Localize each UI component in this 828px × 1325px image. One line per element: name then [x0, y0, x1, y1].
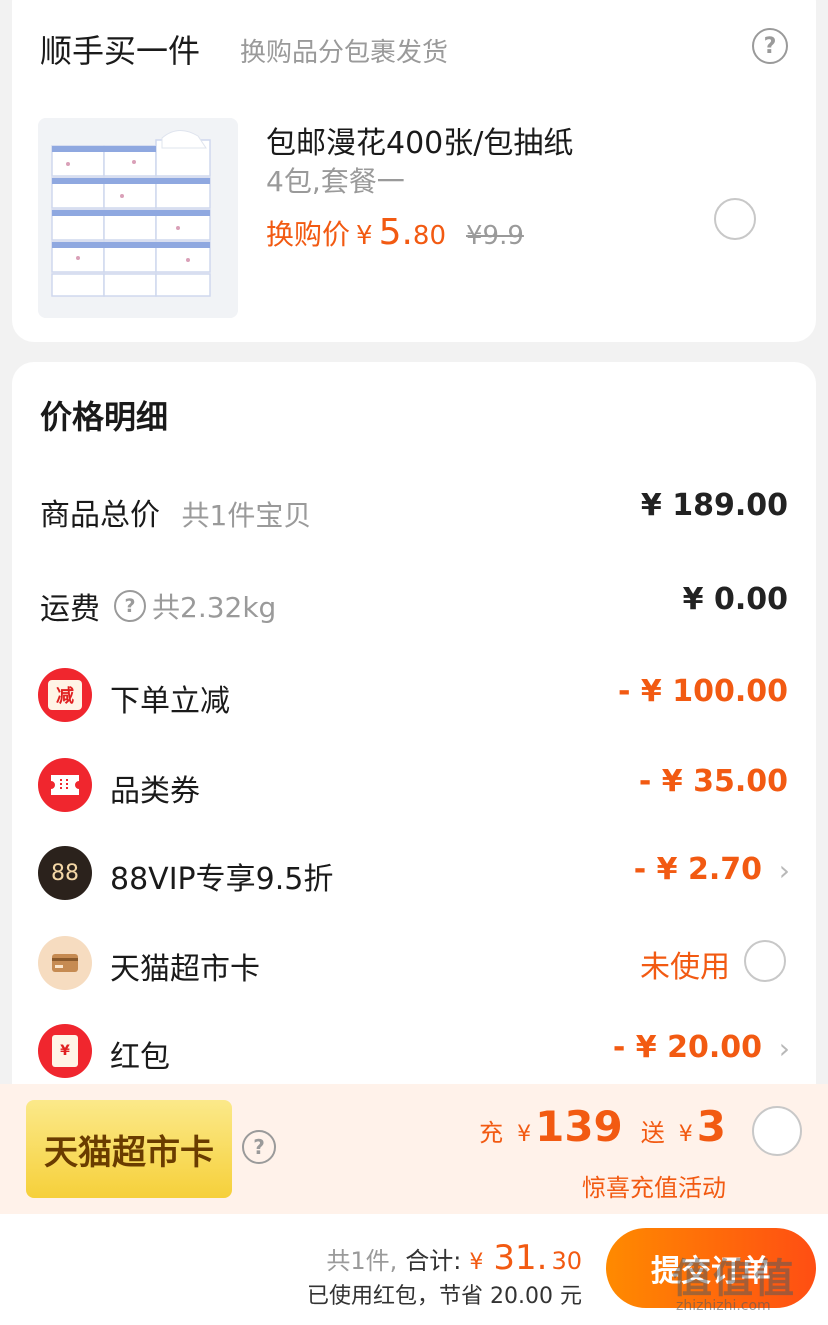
product-price-row: 换购价 ¥ 5. 80 ¥9.9 — [266, 212, 524, 253]
addon-title: 顺手买一件 — [40, 32, 201, 70]
product-thumbnail[interactable] — [38, 118, 238, 318]
original-price: ¥9.9 — [466, 221, 524, 251]
discount-value: - ¥ 100.00 — [618, 674, 788, 709]
discount-row-supermarket-card: 天猫超市卡 未使用 — [12, 932, 816, 992]
discount-row-coupon[interactable]: 品类券 - ¥ 35.00 — [12, 754, 816, 814]
88vip-icon: 88 — [38, 846, 92, 900]
addon-subtitle: 换购品分包裹发货 — [240, 38, 449, 68]
goods-total-sub: 共1件宝贝 — [181, 499, 312, 532]
supermarket-card-badge: 天猫超市卡 — [26, 1100, 232, 1198]
promo-select-radio[interactable] — [752, 1106, 802, 1156]
shipping-weight: 共2.32kg — [152, 591, 277, 624]
supermarket-card-radio[interactable] — [744, 940, 786, 982]
shipping-help-icon[interactable]: ? — [114, 590, 146, 622]
price-integer: 5. — [378, 212, 413, 253]
charge-label: 充 — [479, 1119, 504, 1147]
price-label: 换购价 — [266, 218, 351, 251]
product-spec: 4包,套餐一 — [266, 165, 405, 198]
gift-amount: 3 — [696, 1102, 726, 1151]
minus-badge-icon: 减 — [38, 668, 92, 722]
discount-label: 下单立减 — [110, 684, 230, 719]
watermark-url: zhizhizhi.com — [676, 1298, 771, 1314]
price-detail-title: 价格明细 — [40, 398, 169, 436]
discount-value: - ¥ 20.00 — [612, 1030, 762, 1065]
item-count: 共1件, — [326, 1247, 398, 1275]
goods-total-label: 商品总价 — [40, 498, 160, 533]
goods-total-label-wrap: 商品总价 共1件宝贝 — [40, 490, 311, 534]
gift-label: 送 — [640, 1119, 665, 1147]
total-currency: ¥ — [469, 1250, 484, 1275]
total-decimal: 30 — [551, 1247, 582, 1275]
promo-offer: 充 ¥ 139 送 ¥ 3 — [479, 1102, 726, 1151]
price-currency: ¥ — [356, 221, 373, 251]
shipping-label-wrap: 运费 ? 共2.32kg — [40, 584, 276, 628]
minus-badge-text: 减 — [48, 680, 82, 710]
discount-label: 天猫超市卡 — [110, 952, 260, 987]
supermarket-card-promo: 天猫超市卡 ? 充 ¥ 139 送 ¥ 3 惊喜充值活动 — [0, 1084, 828, 1214]
goods-total-value: ¥ 189.00 — [640, 488, 788, 523]
discount-row-red-envelope[interactable]: ¥ 红包 - ¥ 20.00 › — [12, 1020, 816, 1080]
chevron-right-icon[interactable]: › — [779, 1032, 790, 1065]
card-icon — [38, 936, 92, 990]
shipping-value: ¥ 0.00 — [682, 582, 788, 617]
total-integer: 31. — [493, 1238, 548, 1278]
88vip-icon-text: 88 — [51, 860, 79, 886]
addon-select-radio[interactable] — [714, 198, 756, 240]
promo-help-icon[interactable]: ? — [242, 1130, 276, 1164]
discount-row-88vip[interactable]: 88 88VIP专享9.5折 - ¥ 2.70 › — [12, 842, 816, 902]
help-icon[interactable]: ? — [752, 28, 788, 64]
discount-value: - ¥ 35.00 — [638, 764, 788, 799]
charge-currency: ¥ — [517, 1122, 532, 1147]
price-decimal: 80 — [412, 221, 447, 251]
saved-note: 已使用红包，节省 20.00 元 — [307, 1284, 582, 1309]
goods-total-row: 商品总价 共1件宝贝 ¥ 189.00 — [12, 478, 816, 538]
discount-label: 品类券 — [110, 774, 200, 809]
discount-label: 88VIP专享9.5折 — [110, 862, 334, 897]
gift-currency: ¥ — [678, 1122, 693, 1147]
discount-label: 红包 — [110, 1040, 170, 1075]
discount-value: - ¥ 2.70 — [633, 852, 762, 887]
watermark-logo: 值值值 — [672, 1256, 795, 1302]
charge-amount: 139 — [535, 1102, 623, 1151]
chevron-right-icon[interactable]: › — [779, 854, 790, 887]
red-envelope-icon-text: ¥ — [52, 1035, 78, 1067]
shipping-label: 运费 — [40, 592, 100, 627]
product-name[interactable]: 包邮漫花400张/包抽纸 — [266, 118, 573, 162]
price-detail-card: 价格明细 商品总价 共1件宝贝 ¥ 189.00 运费 ? 共2.32kg ¥ … — [12, 362, 816, 1122]
ticket-icon — [38, 758, 92, 812]
discount-value: 未使用 — [640, 950, 730, 985]
red-envelope-icon: ¥ — [38, 1024, 92, 1078]
total-row: 共1件, 合计: ¥ 31. 30 — [326, 1238, 582, 1278]
shipping-row: 运费 ? 共2.32kg ¥ 0.00 — [12, 572, 816, 632]
total-label: 合计: — [405, 1247, 462, 1275]
addon-card: 顺手买一件 换购品分包裹发货 ? 包邮漫花400张/包抽纸 4包,套餐一 换购价… — [12, 0, 816, 342]
tissue-pack-image — [38, 118, 238, 318]
promo-note: 惊喜充值活动 — [582, 1174, 726, 1202]
discount-row-order: 减 下单立减 - ¥ 100.00 — [12, 664, 816, 724]
